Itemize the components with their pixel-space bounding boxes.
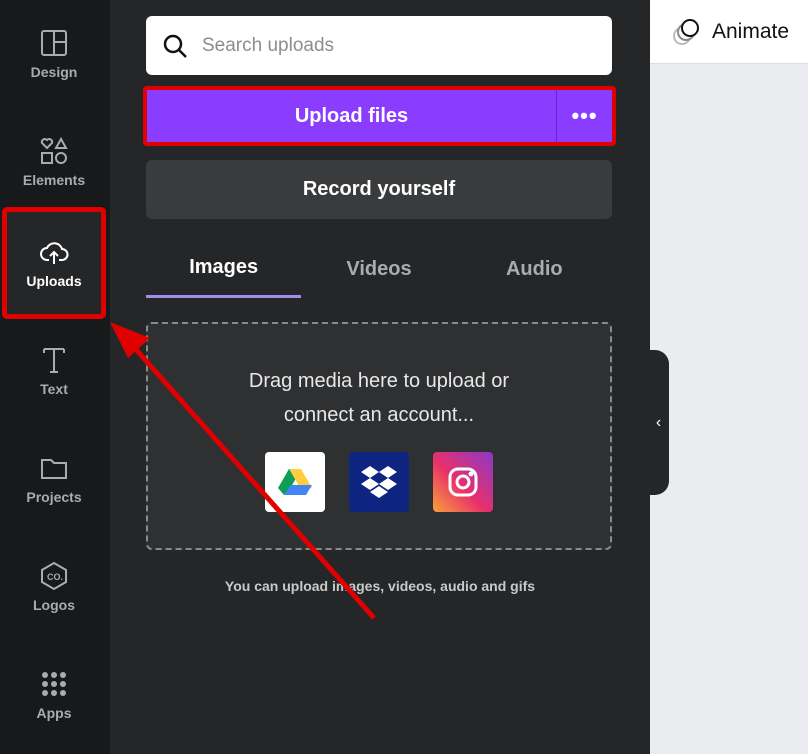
annotation-arrow: [110, 322, 376, 620]
